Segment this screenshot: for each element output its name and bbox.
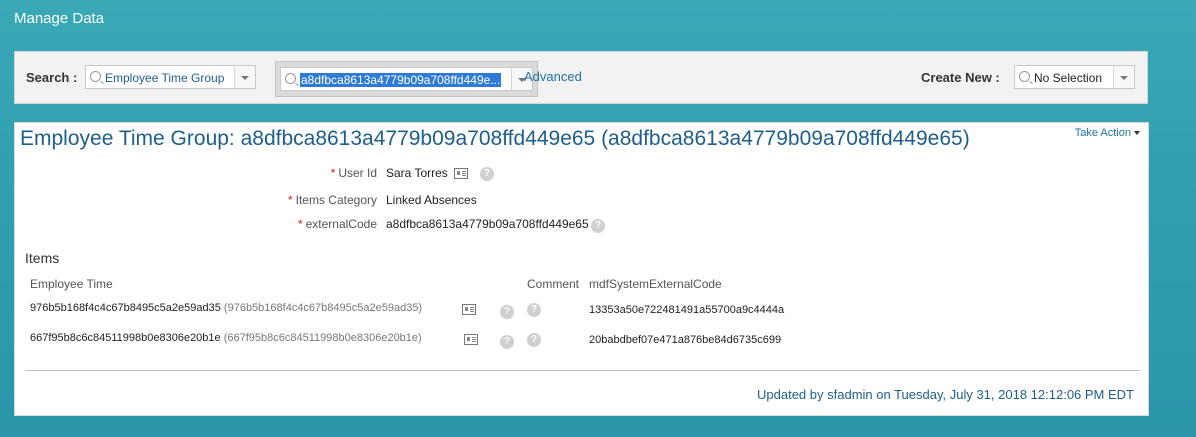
- table-row-employee-time: 667f95b8c6c84511998b0e8306e20b1e (667f95…: [30, 332, 422, 344]
- search-icon: [285, 73, 296, 84]
- help-icon[interactable]: ?: [527, 333, 541, 347]
- search-label: Search :: [26, 70, 78, 85]
- business-card-icon[interactable]: [464, 334, 478, 345]
- query-focus-frame: a8dfbca8613a4779b09a708ffd449e...: [275, 61, 538, 97]
- search-icon: [1019, 71, 1030, 82]
- chevron-down-icon[interactable]: [1113, 66, 1134, 88]
- object-type-value: Employee Time Group: [105, 71, 225, 85]
- chevron-down-icon[interactable]: [234, 66, 255, 88]
- search-input-value: a8dfbca8613a4779b09a708ffd449e...: [300, 73, 502, 87]
- create-new-select[interactable]: No Selection: [1014, 65, 1135, 89]
- business-card-icon[interactable]: [454, 168, 468, 179]
- search-icon: [90, 71, 101, 82]
- help-icon[interactable]: ?: [500, 335, 514, 349]
- take-action-menu[interactable]: Take Action: [1075, 127, 1140, 139]
- external-code-label: * externalCode: [297, 217, 377, 231]
- items-heading: Items: [25, 250, 60, 266]
- user-id-label: * User Id: [330, 166, 377, 180]
- search-panel: Search : Employee Time Group a8dfbca8613…: [14, 51, 1148, 104]
- caret-down-icon: [1134, 131, 1140, 136]
- take-action-label: Take Action: [1074, 127, 1131, 139]
- record-card: Employee Time Group: a8dfbca8613a4779b09…: [14, 122, 1149, 416]
- external-code-value: a8dfbca8613a4779b09a708ffd449e65: [386, 217, 589, 231]
- help-icon[interactable]: ?: [500, 305, 514, 319]
- record-title: Employee Time Group: a8dfbca8613a4779b09…: [20, 127, 970, 150]
- items-category-label: * Items Category: [287, 193, 377, 207]
- table-row-mdf-code: 13353a50e722481491a55700a9c4444a: [589, 304, 785, 316]
- search-input[interactable]: a8dfbca8613a4779b09a708ffd449e...: [280, 67, 533, 91]
- required-marker: *: [287, 193, 293, 207]
- table-row-employee-time: 976b5b168f4c4c67b8495c5a2e59ad35 (976b5b…: [30, 302, 423, 314]
- table-row-mdf-code: 20babdbef07e471a876be84d6735c699: [589, 334, 782, 346]
- col-employee-time: Employee Time: [30, 277, 113, 291]
- required-marker: *: [330, 166, 336, 180]
- col-mdf-code: mdfSystemExternalCode: [589, 277, 722, 291]
- items-category-value: Linked Absences: [386, 193, 477, 207]
- create-new-label: Create New :: [921, 70, 1000, 85]
- user-id-value: Sara Torres: [386, 166, 448, 180]
- help-icon[interactable]: ?: [591, 219, 605, 233]
- col-comment: Comment: [527, 277, 580, 291]
- divider: [25, 370, 1140, 371]
- page-title: Manage Data: [14, 10, 105, 27]
- last-updated-text: Updated by sfadmin on Tuesday, July 31, …: [757, 387, 1134, 402]
- object-type-select[interactable]: Employee Time Group: [85, 65, 256, 89]
- business-card-icon[interactable]: [462, 304, 476, 315]
- required-marker: *: [297, 217, 303, 231]
- help-icon[interactable]: ?: [480, 167, 494, 181]
- create-new-value: No Selection: [1034, 71, 1103, 85]
- advanced-search-link[interactable]: Advanced: [524, 69, 582, 84]
- help-icon[interactable]: ?: [527, 303, 541, 317]
